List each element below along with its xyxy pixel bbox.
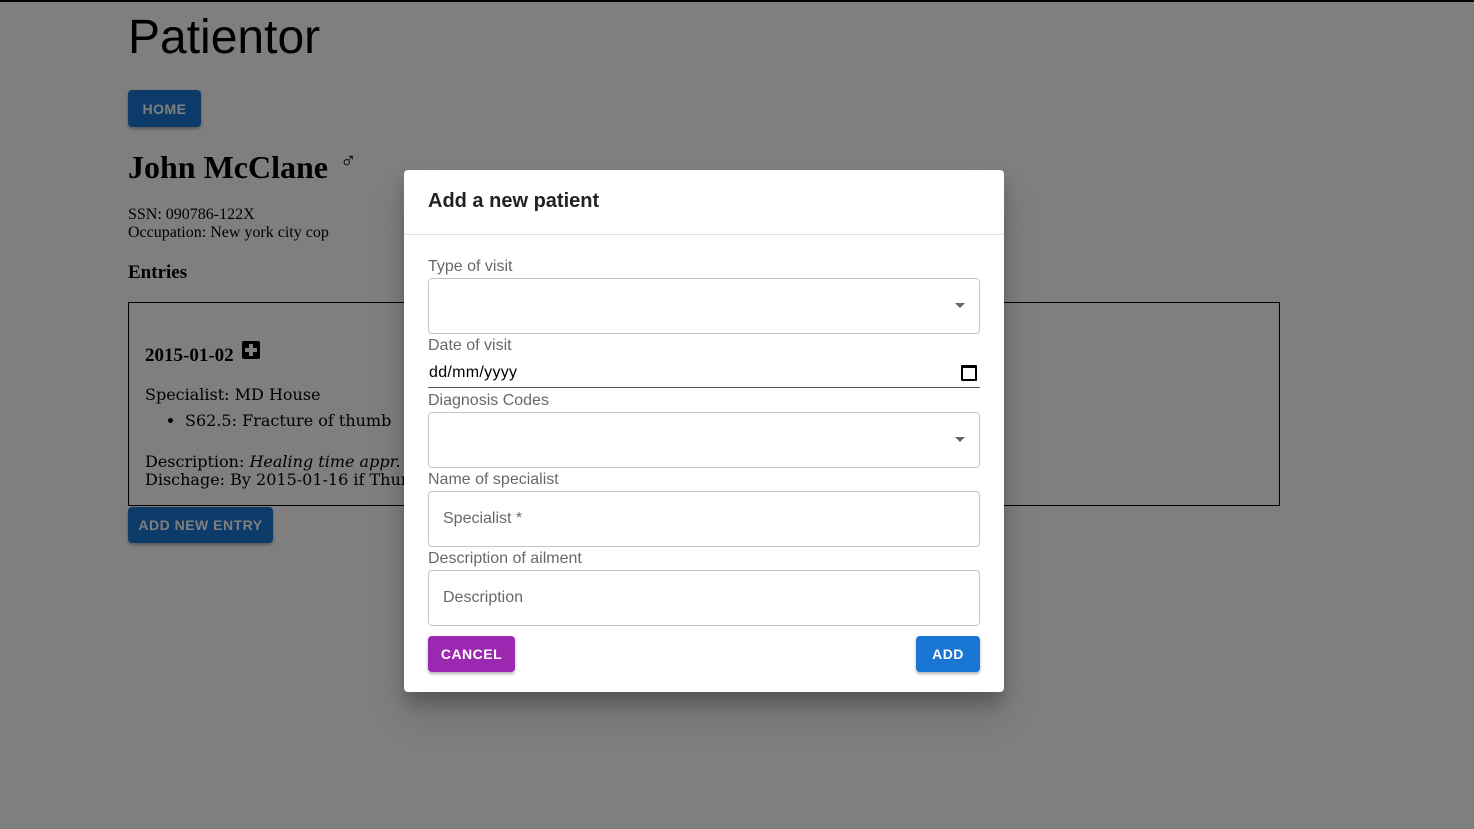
add-button[interactable]: ADD [916,636,980,672]
cancel-button[interactable]: CANCEL [428,636,515,672]
date-placeholder: dd/mm/yyyy [429,364,518,381]
specialist-placeholder: Specialist * [443,510,523,527]
description-field[interactable]: Description [428,570,980,626]
description-placeholder: Description [443,589,524,606]
dropdown-arrow-icon [955,437,965,442]
type-of-visit-label: Type of visit [428,258,513,275]
date-of-visit-label: Date of visit [428,337,512,354]
diagnosis-codes-label: Diagnosis Codes [428,392,549,409]
specialist-field[interactable]: Specialist * [428,491,980,547]
description-label: Description of ailment [428,550,582,567]
diagnosis-codes-select[interactable] [428,412,980,468]
specialist-label: Name of specialist [428,471,559,488]
type-of-visit-select[interactable] [428,278,980,334]
dropdown-arrow-icon [955,303,965,308]
add-entry-dialog: Add a new patient Type of visit Date of … [404,170,1004,692]
dialog-divider [404,234,1004,235]
date-of-visit-input[interactable]: dd/mm/yyyy [428,358,980,388]
dialog-title: Add a new patient [428,190,600,212]
calendar-icon[interactable] [961,365,977,381]
